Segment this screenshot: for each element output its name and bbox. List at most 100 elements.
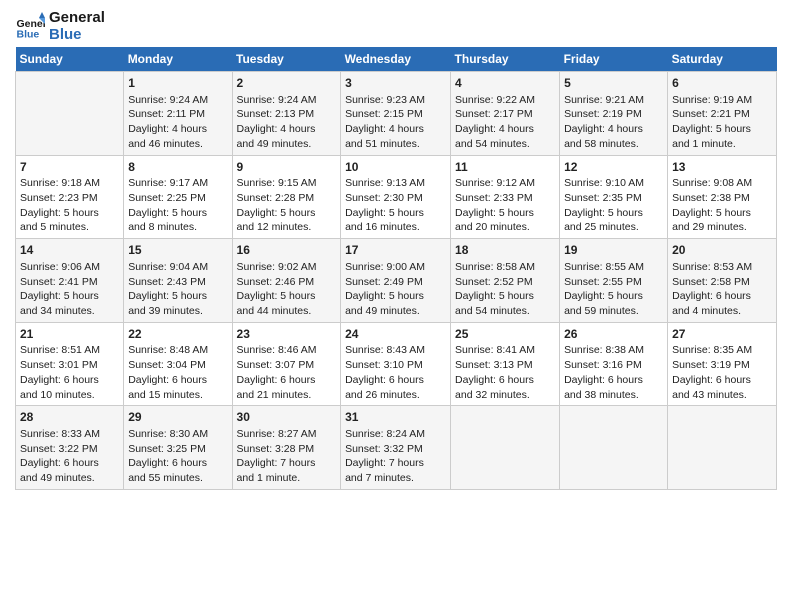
calendar-cell: 27Sunrise: 8:35 AMSunset: 3:19 PMDayligh… xyxy=(668,322,777,406)
day-number: 29 xyxy=(128,409,227,426)
day-number: 9 xyxy=(237,159,337,176)
cell-text: Sunrise: 9:15 AM xyxy=(237,176,337,191)
day-header-thursday: Thursday xyxy=(451,47,560,72)
day-number: 2 xyxy=(237,75,337,92)
day-header-monday: Monday xyxy=(124,47,232,72)
cell-text: Sunset: 2:11 PM xyxy=(128,107,227,122)
cell-text: and 44 minutes. xyxy=(237,304,337,319)
cell-text: Sunrise: 9:13 AM xyxy=(345,176,446,191)
calendar-cell xyxy=(16,72,124,156)
cell-text: Daylight: 5 hours xyxy=(345,289,446,304)
calendar-cell xyxy=(560,406,668,490)
cell-text: and 1 minute. xyxy=(237,471,337,486)
cell-text: Sunset: 2:21 PM xyxy=(672,107,772,122)
day-number: 16 xyxy=(237,242,337,259)
cell-text: Sunrise: 9:04 AM xyxy=(128,260,227,275)
calendar-cell: 24Sunrise: 8:43 AMSunset: 3:10 PMDayligh… xyxy=(341,322,451,406)
cell-text: Sunset: 3:25 PM xyxy=(128,442,227,457)
cell-text: and 15 minutes. xyxy=(128,388,227,403)
cell-text: and 16 minutes. xyxy=(345,220,446,235)
calendar-cell: 10Sunrise: 9:13 AMSunset: 2:30 PMDayligh… xyxy=(341,155,451,239)
page-container: General Blue General Blue SundayMondayTu… xyxy=(0,0,792,500)
calendar-cell: 23Sunrise: 8:46 AMSunset: 3:07 PMDayligh… xyxy=(232,322,341,406)
day-header-tuesday: Tuesday xyxy=(232,47,341,72)
cell-text: Daylight: 6 hours xyxy=(20,373,119,388)
cell-text: Daylight: 6 hours xyxy=(128,373,227,388)
logo-text: General xyxy=(49,10,105,27)
cell-text: and 29 minutes. xyxy=(672,220,772,235)
day-number: 23 xyxy=(237,326,337,343)
cell-text: Sunrise: 8:27 AM xyxy=(237,427,337,442)
calendar-cell: 19Sunrise: 8:55 AMSunset: 2:55 PMDayligh… xyxy=(560,239,668,323)
cell-text: and 1 minute. xyxy=(672,137,772,152)
cell-text: and 26 minutes. xyxy=(345,388,446,403)
cell-text: Sunset: 2:13 PM xyxy=(237,107,337,122)
cell-text: Sunrise: 8:41 AM xyxy=(455,343,555,358)
cell-text: Sunset: 3:10 PM xyxy=(345,358,446,373)
calendar-cell: 5Sunrise: 9:21 AMSunset: 2:19 PMDaylight… xyxy=(560,72,668,156)
day-number: 6 xyxy=(672,75,772,92)
day-header-saturday: Saturday xyxy=(668,47,777,72)
calendar-cell: 21Sunrise: 8:51 AMSunset: 3:01 PMDayligh… xyxy=(16,322,124,406)
cell-text: Sunset: 2:17 PM xyxy=(455,107,555,122)
cell-text: Sunrise: 8:58 AM xyxy=(455,260,555,275)
day-number: 24 xyxy=(345,326,446,343)
cell-text: Sunset: 2:58 PM xyxy=(672,275,772,290)
calendar-cell: 26Sunrise: 8:38 AMSunset: 3:16 PMDayligh… xyxy=(560,322,668,406)
cell-text: Daylight: 6 hours xyxy=(237,373,337,388)
calendar-cell xyxy=(451,406,560,490)
cell-text: and 39 minutes. xyxy=(128,304,227,319)
calendar-cell: 7Sunrise: 9:18 AMSunset: 2:23 PMDaylight… xyxy=(16,155,124,239)
cell-text: Sunset: 2:52 PM xyxy=(455,275,555,290)
cell-text: Daylight: 5 hours xyxy=(455,289,555,304)
cell-text: Sunset: 2:23 PM xyxy=(20,191,119,206)
cell-text: Sunset: 2:19 PM xyxy=(564,107,663,122)
cell-text: and 46 minutes. xyxy=(128,137,227,152)
svg-text:Blue: Blue xyxy=(17,28,40,40)
cell-text: Daylight: 5 hours xyxy=(345,206,446,221)
day-number: 22 xyxy=(128,326,227,343)
cell-text: Daylight: 7 hours xyxy=(345,456,446,471)
cell-text: Sunrise: 8:35 AM xyxy=(672,343,772,358)
cell-text: Sunset: 3:28 PM xyxy=(237,442,337,457)
week-row-2: 7Sunrise: 9:18 AMSunset: 2:23 PMDaylight… xyxy=(16,155,777,239)
cell-text: and 58 minutes. xyxy=(564,137,663,152)
calendar-cell: 14Sunrise: 9:06 AMSunset: 2:41 PMDayligh… xyxy=(16,239,124,323)
cell-text: and 49 minutes. xyxy=(345,304,446,319)
cell-text: Sunset: 2:55 PM xyxy=(564,275,663,290)
cell-text: and 43 minutes. xyxy=(672,388,772,403)
cell-text: Sunset: 3:16 PM xyxy=(564,358,663,373)
day-number: 5 xyxy=(564,75,663,92)
cell-text: and 10 minutes. xyxy=(20,388,119,403)
cell-text: Sunrise: 8:30 AM xyxy=(128,427,227,442)
week-row-3: 14Sunrise: 9:06 AMSunset: 2:41 PMDayligh… xyxy=(16,239,777,323)
cell-text: Sunrise: 8:53 AM xyxy=(672,260,772,275)
cell-text: Daylight: 6 hours xyxy=(672,289,772,304)
cell-text: Daylight: 6 hours xyxy=(564,373,663,388)
day-number: 20 xyxy=(672,242,772,259)
cell-text: Sunset: 2:35 PM xyxy=(564,191,663,206)
day-number: 26 xyxy=(564,326,663,343)
cell-text: Daylight: 4 hours xyxy=(237,122,337,137)
calendar-cell: 6Sunrise: 9:19 AMSunset: 2:21 PMDaylight… xyxy=(668,72,777,156)
cell-text: and 49 minutes. xyxy=(20,471,119,486)
calendar-table: SundayMondayTuesdayWednesdayThursdayFrid… xyxy=(15,47,777,490)
cell-text: Sunset: 3:04 PM xyxy=(128,358,227,373)
week-row-1: 1Sunrise: 9:24 AMSunset: 2:11 PMDaylight… xyxy=(16,72,777,156)
day-number: 19 xyxy=(564,242,663,259)
cell-text: and 54 minutes. xyxy=(455,137,555,152)
day-number: 31 xyxy=(345,409,446,426)
day-number: 11 xyxy=(455,159,555,176)
cell-text: Daylight: 4 hours xyxy=(564,122,663,137)
cell-text: Sunrise: 9:00 AM xyxy=(345,260,446,275)
day-header-friday: Friday xyxy=(560,47,668,72)
cell-text: Daylight: 6 hours xyxy=(20,456,119,471)
calendar-cell: 4Sunrise: 9:22 AMSunset: 2:17 PMDaylight… xyxy=(451,72,560,156)
calendar-cell: 25Sunrise: 8:41 AMSunset: 3:13 PMDayligh… xyxy=(451,322,560,406)
cell-text: Daylight: 5 hours xyxy=(672,206,772,221)
cell-text: Sunrise: 9:06 AM xyxy=(20,260,119,275)
day-number: 27 xyxy=(672,326,772,343)
cell-text: Sunrise: 9:12 AM xyxy=(455,176,555,191)
cell-text: Sunset: 2:33 PM xyxy=(455,191,555,206)
cell-text: Daylight: 5 hours xyxy=(128,206,227,221)
